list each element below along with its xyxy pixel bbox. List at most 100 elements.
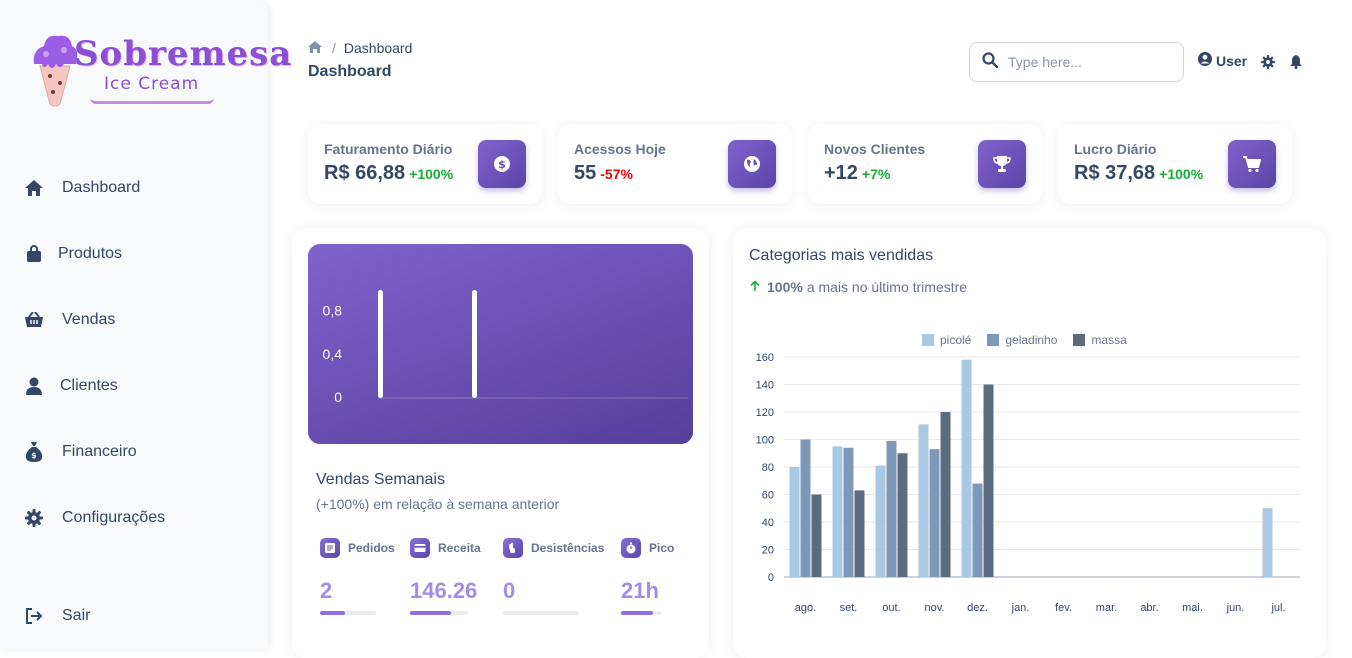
sidebar-item-label: Produtos <box>58 245 123 262</box>
x-tick-label: fev. <box>1055 602 1072 614</box>
kpi-value: 21h <box>621 578 659 603</box>
kpi-value: 0 <box>503 578 516 603</box>
weekly-title: Vendas Semanais <box>316 471 445 488</box>
kpi-pico: Pico 21h <box>621 538 674 615</box>
bar-picolé <box>961 359 972 577</box>
kpi-receita: Receita 146.26 <box>410 538 481 615</box>
sidebar-item-label: Configurações <box>62 509 166 526</box>
page-title: Dashboard <box>308 63 392 80</box>
home-icon <box>24 178 44 198</box>
y-tick-label: 40 <box>762 517 774 529</box>
bell-icon[interactable] <box>1288 54 1304 70</box>
weekly-subtitle: (+100%) em relação à semana anterior <box>316 496 560 512</box>
brand-logo[interactable]: Sobremesa Ice Cream <box>30 28 291 110</box>
brand-swoosh <box>90 98 214 104</box>
stat-title: Faturamento Diário <box>324 141 453 157</box>
cart-icon <box>1228 140 1276 188</box>
bar-picolé <box>918 424 929 577</box>
x-tick-label: out. <box>882 602 900 614</box>
kpi-progress-fill <box>621 611 653 615</box>
kpi-label: Desistências <box>531 541 605 555</box>
globe-icon <box>728 140 776 188</box>
bar-geladinho <box>929 449 940 577</box>
sidebar-item-dashboard[interactable]: Dashboard <box>24 173 140 203</box>
categories-highlight: 100% <box>767 279 803 295</box>
sidebar-item-sair[interactable]: Sair <box>24 601 90 631</box>
y-tick-label: 0 <box>768 572 774 584</box>
money-bag-icon: $ <box>24 442 44 462</box>
search-input[interactable] <box>1008 54 1168 70</box>
y-tick-label: 100 <box>756 435 774 447</box>
kpi-progress <box>621 611 661 615</box>
breadcrumb: / Dashboard <box>308 40 412 56</box>
weekly-sales-chart: 0 0,4 0,8 <box>308 244 693 444</box>
kpi-pedidos: Pedidos 2 <box>320 538 395 615</box>
ice-cream-icon <box>33 35 78 107</box>
stat-number: R$ 37,68 <box>1074 162 1156 184</box>
kpi-progress <box>410 611 468 615</box>
stat-number: +12 <box>824 162 858 184</box>
x-tick-label: nov. <box>925 602 945 614</box>
bar <box>378 290 383 398</box>
categories-chart-svg: 0 20 40 60 80 100 120 140 160 ago. set. out. nov. dez… <box>756 352 1300 614</box>
stat-value: R$ 66,88 +100% <box>324 162 453 185</box>
y-tick-label: 0,4 <box>323 346 343 362</box>
home-icon[interactable] <box>308 40 322 56</box>
categories-title: Categorias mais vendidas <box>749 247 934 264</box>
user-menu[interactable]: User <box>1198 52 1247 69</box>
sidebar-item-configuracoes[interactable]: Configurações <box>24 503 165 533</box>
stat-value: R$ 37,68 +100% <box>1074 162 1203 185</box>
kpi-progress <box>320 611 376 615</box>
sidebar-item-label: Dashboard <box>62 179 141 196</box>
sidebar-item-vendas[interactable]: Vendas <box>24 305 115 335</box>
bar-picolé <box>832 446 843 577</box>
stat-change: +100% <box>1159 166 1204 182</box>
logout-icon <box>24 606 44 626</box>
categories-subtitle: 100% a mais no último trimestre <box>749 279 967 295</box>
bar-geladinho <box>843 447 854 577</box>
sidebar-item-produtos[interactable]: Produtos <box>24 239 122 269</box>
x-tick-label: abr. <box>1140 602 1158 614</box>
stat-value: 55 -57% <box>574 162 633 185</box>
kpi-progress-fill <box>410 611 451 615</box>
x-tick-label: dez. <box>967 602 988 614</box>
kpi-progress-fill <box>320 611 346 615</box>
sidebar-item-label: Financeiro <box>62 443 137 460</box>
stat-title: Acessos Hoje <box>574 141 666 157</box>
user-label: User <box>1216 52 1248 69</box>
y-tick-label: 120 <box>756 407 774 419</box>
x-tick-label: jul. <box>1270 602 1285 614</box>
trophy-icon <box>978 140 1026 188</box>
bar <box>472 290 477 398</box>
search-icon <box>982 51 999 73</box>
weekly-chart-svg: 0 0,4 0,8 <box>323 290 688 405</box>
bar-picolé <box>789 467 800 577</box>
bar-massa <box>940 412 951 577</box>
search-box[interactable] <box>969 42 1184 82</box>
gear-icon <box>24 508 44 528</box>
stat-card-lucro: Lucro Diário R$ 37,68 +100% <box>1058 124 1292 204</box>
stat-value: +12 +7% <box>824 162 890 185</box>
kpi-label: Pedidos <box>348 541 395 555</box>
arrow-up-icon <box>749 279 761 295</box>
thumbs-down-icon <box>503 538 523 558</box>
basket-icon <box>24 310 44 330</box>
sidebar-item-financeiro[interactable]: $ Financeiro <box>24 437 137 467</box>
kpi-progress <box>503 611 579 615</box>
stat-number: 55 <box>574 162 597 184</box>
x-tick-label: jan. <box>1011 602 1030 614</box>
bar-picolé <box>1262 508 1273 577</box>
kpi-label: Receita <box>438 541 481 555</box>
sidebar-item-clientes[interactable]: Clientes <box>24 371 118 401</box>
settings-gear-icon[interactable] <box>1260 54 1276 70</box>
y-tick-label: 20 <box>762 545 774 557</box>
x-tick-label: mar. <box>1096 602 1117 614</box>
stat-card-faturamento: Faturamento Diário R$ 66,88 +100% $ <box>308 124 542 204</box>
bar-massa <box>983 384 994 577</box>
bar-picolé <box>875 465 886 577</box>
stat-title: Lucro Diário <box>1074 141 1157 157</box>
credit-card-icon <box>410 538 430 558</box>
sidebar-item-label: Sair <box>62 607 91 624</box>
stat-change: -57% <box>600 166 633 182</box>
bag-icon <box>24 244 44 264</box>
